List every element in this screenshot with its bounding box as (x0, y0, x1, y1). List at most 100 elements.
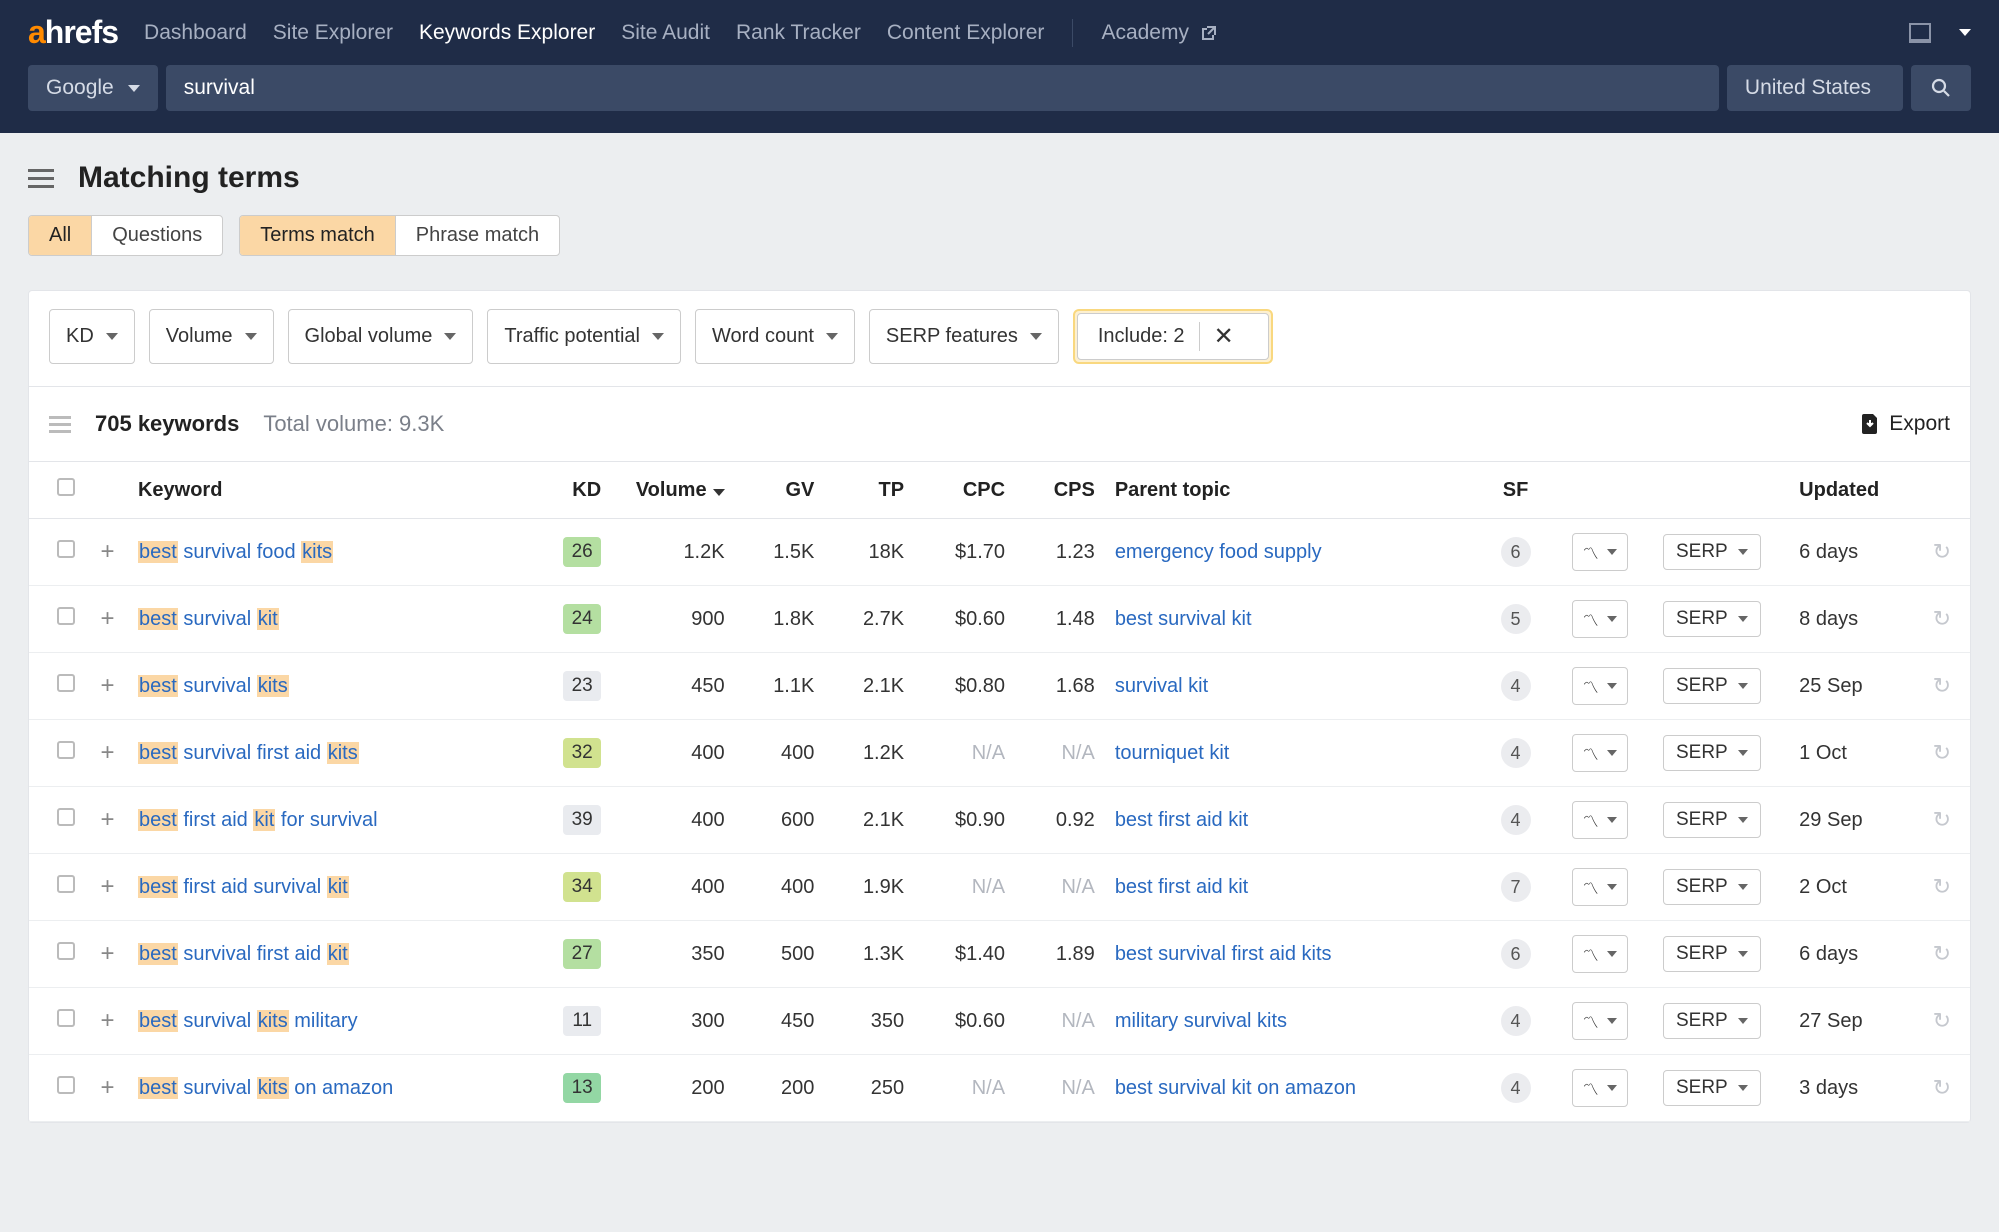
filter-kd[interactable]: KD (49, 309, 135, 364)
col-volume[interactable]: Volume (601, 462, 724, 519)
serp-button[interactable]: SERP (1663, 869, 1761, 905)
nav-item-rank-tracker[interactable]: Rank Tracker (736, 21, 861, 45)
notifications-icon[interactable] (1909, 23, 1931, 43)
nav-item-dashboard[interactable]: Dashboard (144, 21, 247, 45)
parent-topic-link[interactable]: best first aid kit (1115, 809, 1248, 831)
user-menu-caret[interactable] (1959, 29, 1971, 36)
trend-button[interactable]: 〽 (1572, 935, 1628, 973)
trend-button[interactable]: 〽 (1572, 533, 1628, 571)
parent-topic-link[interactable]: best survival first aid kits (1115, 943, 1332, 965)
row-checkbox[interactable] (57, 741, 75, 759)
sf-badge[interactable]: 4 (1501, 671, 1531, 701)
expand-icon[interactable]: + (101, 873, 115, 900)
filter-traffic-potential[interactable]: Traffic potential (487, 309, 681, 364)
expand-icon[interactable]: + (101, 672, 115, 699)
keyword-link[interactable]: best first aid kit for survival (138, 809, 378, 831)
col-updated[interactable]: Updated (1779, 462, 1914, 519)
columns-menu-icon[interactable] (49, 416, 71, 433)
tab-all[interactable]: All (29, 216, 91, 255)
keyword-link[interactable]: best survival food kits (138, 541, 333, 563)
parent-topic-link[interactable]: military survival kits (1115, 1010, 1287, 1032)
trend-button[interactable]: 〽 (1572, 801, 1628, 839)
keyword-link[interactable]: best survival kits (138, 675, 289, 697)
nav-item-site-explorer[interactable]: Site Explorer (273, 21, 393, 45)
parent-topic-link[interactable]: best survival kit on amazon (1115, 1077, 1356, 1099)
expand-icon[interactable]: + (101, 1074, 115, 1101)
keyword-link[interactable]: best survival kits military (138, 1010, 358, 1032)
engine-select[interactable]: Google (28, 65, 158, 111)
filter-word-count[interactable]: Word count (695, 309, 855, 364)
sf-badge[interactable]: 4 (1501, 1073, 1531, 1103)
parent-topic-link[interactable]: emergency food supply (1115, 541, 1322, 563)
col-gv[interactable]: GV (725, 462, 815, 519)
sf-badge[interactable]: 4 (1501, 1006, 1531, 1036)
export-button[interactable]: Export (1861, 412, 1950, 436)
refresh-icon[interactable]: ↻ (1933, 941, 1951, 966)
row-checkbox[interactable] (57, 674, 75, 692)
tab-terms-match[interactable]: Terms match (240, 216, 394, 255)
refresh-icon[interactable]: ↻ (1933, 539, 1951, 564)
refresh-icon[interactable]: ↻ (1933, 807, 1951, 832)
parent-topic-link[interactable]: best first aid kit (1115, 876, 1248, 898)
serp-button[interactable]: SERP (1663, 668, 1761, 704)
sf-badge[interactable]: 7 (1501, 872, 1531, 902)
serp-button[interactable]: SERP (1663, 1003, 1761, 1039)
row-checkbox[interactable] (57, 942, 75, 960)
select-all-checkbox[interactable] (57, 478, 75, 496)
parent-topic-link[interactable]: best survival kit (1115, 608, 1252, 630)
refresh-icon[interactable]: ↻ (1933, 1008, 1951, 1033)
tab-questions[interactable]: Questions (91, 216, 222, 255)
row-checkbox[interactable] (57, 875, 75, 893)
expand-icon[interactable]: + (101, 1007, 115, 1034)
sf-badge[interactable]: 5 (1501, 604, 1531, 634)
logo[interactable]: ahrefs (28, 14, 118, 51)
sf-badge[interactable]: 6 (1501, 939, 1531, 969)
row-checkbox[interactable] (57, 607, 75, 625)
parent-topic-link[interactable]: tourniquet kit (1115, 742, 1230, 764)
filter-volume[interactable]: Volume (149, 309, 274, 364)
col-sf[interactable]: SF (1476, 462, 1555, 519)
sidebar-toggle-icon[interactable] (28, 169, 54, 188)
serp-button[interactable]: SERP (1663, 534, 1761, 570)
include-close-icon[interactable]: ✕ (1199, 322, 1248, 351)
row-checkbox[interactable] (57, 808, 75, 826)
keyword-link[interactable]: best survival kits on amazon (138, 1077, 393, 1099)
serp-button[interactable]: SERP (1663, 601, 1761, 637)
refresh-icon[interactable]: ↻ (1933, 740, 1951, 765)
expand-icon[interactable]: + (101, 538, 115, 565)
col-cps[interactable]: CPS (1005, 462, 1095, 519)
tab-phrase-match[interactable]: Phrase match (395, 216, 559, 255)
nav-item-content-explorer[interactable]: Content Explorer (887, 21, 1045, 45)
sf-badge[interactable]: 6 (1501, 537, 1531, 567)
trend-button[interactable]: 〽 (1572, 667, 1628, 705)
nav-academy[interactable]: Academy (1101, 21, 1216, 45)
col-tp[interactable]: TP (814, 462, 904, 519)
expand-icon[interactable]: + (101, 940, 115, 967)
filter-serp-features[interactable]: SERP features (869, 309, 1059, 364)
expand-icon[interactable]: + (101, 739, 115, 766)
keyword-input[interactable]: survival (166, 65, 1719, 111)
sf-badge[interactable]: 4 (1501, 805, 1531, 835)
refresh-icon[interactable]: ↻ (1933, 606, 1951, 631)
trend-button[interactable]: 〽 (1572, 1002, 1628, 1040)
trend-button[interactable]: 〽 (1572, 868, 1628, 906)
col-keyword[interactable]: Keyword (130, 462, 534, 519)
parent-topic-link[interactable]: survival kit (1115, 675, 1208, 697)
keyword-link[interactable]: best survival first aid kit (138, 943, 349, 965)
refresh-icon[interactable]: ↻ (1933, 1075, 1951, 1100)
filter-global-volume[interactable]: Global volume (288, 309, 474, 364)
col-kd[interactable]: KD (534, 462, 601, 519)
expand-icon[interactable]: + (101, 605, 115, 632)
col-parent[interactable]: Parent topic (1095, 462, 1476, 519)
keyword-link[interactable]: best survival first aid kits (138, 742, 359, 764)
sf-badge[interactable]: 4 (1501, 738, 1531, 768)
refresh-icon[interactable]: ↻ (1933, 874, 1951, 899)
country-select[interactable]: United States (1727, 65, 1903, 111)
trend-button[interactable]: 〽 (1572, 600, 1628, 638)
search-button[interactable] (1911, 65, 1971, 111)
nav-item-keywords-explorer[interactable]: Keywords Explorer (419, 21, 595, 45)
col-cpc[interactable]: CPC (904, 462, 1005, 519)
trend-button[interactable]: 〽 (1572, 1069, 1628, 1107)
keyword-link[interactable]: best survival kit (138, 608, 279, 630)
row-checkbox[interactable] (57, 540, 75, 558)
